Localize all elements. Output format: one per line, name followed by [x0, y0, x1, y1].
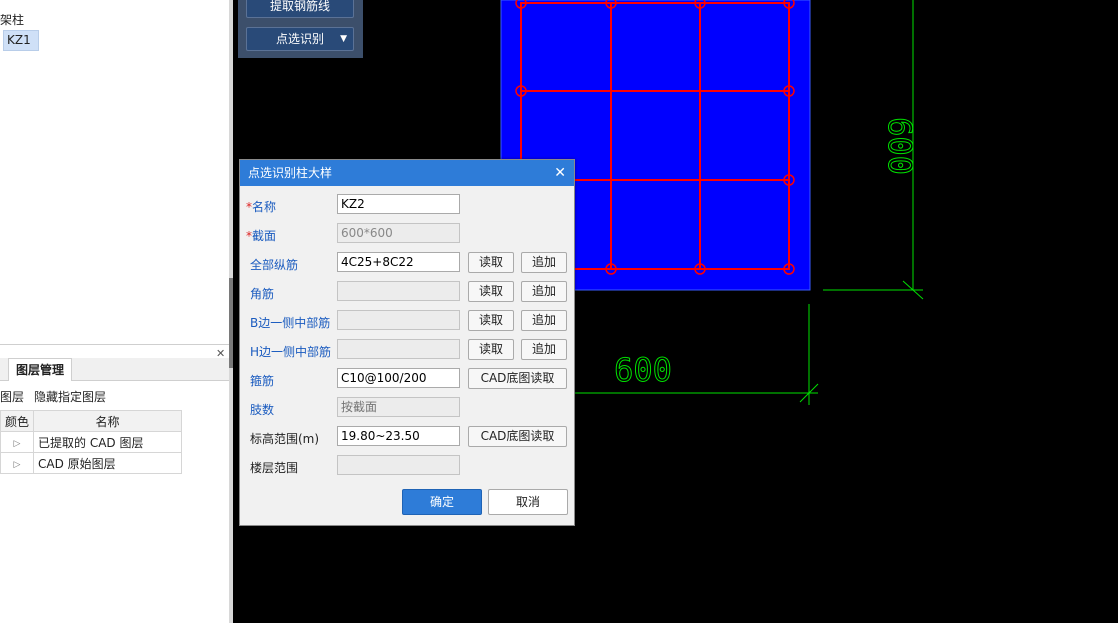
legs-label: 肢数 — [250, 403, 275, 417]
legs-input[interactable] — [337, 397, 460, 417]
layer-panel: ✕ 图层管理 图层 隐藏指定图层 颜色 名称 ▷ 已提取的 CAD 图层 ▷ C… — [0, 344, 229, 624]
all-bars-input[interactable] — [337, 252, 460, 272]
column-header-name[interactable]: 名称 — [33, 410, 182, 432]
all-bars-read-button[interactable]: 读取 — [468, 252, 514, 273]
table-row[interactable]: ▷ CAD 原始图层 — [0, 452, 182, 474]
h-side-read-button[interactable]: 读取 — [468, 339, 514, 360]
b-side-read-button[interactable]: 读取 — [468, 310, 514, 331]
all-bars-add-button[interactable]: 追加 — [521, 252, 567, 273]
tab-layer-management[interactable]: 图层管理 — [8, 358, 73, 381]
left-pane: 架柱 KZ1 ✕ 图层管理 图层 隐藏指定图层 颜色 名称 ▷ 已提取的 CAD… — [0, 0, 229, 624]
elevation-cad-read-button[interactable]: CAD底图读取 — [468, 426, 567, 447]
floor-range-label: 楼层范围 — [250, 461, 299, 475]
expand-arrow-icon[interactable]: ▷ — [14, 460, 21, 470]
table-row[interactable]: ▷ 已提取的 CAD 图层 — [0, 431, 182, 453]
dimension-text-horizontal: 600 — [614, 351, 672, 389]
extract-rebar-lines-label: 提取钢筋线 — [269, 0, 330, 13]
extract-rebar-lines-button[interactable]: 提取钢筋线 — [246, 0, 354, 18]
tree-item-selected[interactable]: KZ1 — [3, 30, 39, 51]
point-identify-button[interactable]: 点选识别 ▼ — [246, 27, 354, 51]
point-identify-label: 点选识别 — [275, 32, 324, 46]
floor-range-input — [337, 455, 460, 475]
tree-item-label: KZ1 — [7, 33, 31, 47]
stirrup-input[interactable] — [337, 368, 460, 388]
layer-name: CAD 原始图层 — [33, 452, 182, 474]
h-side-bars-label: H边一侧中部筋 — [250, 345, 332, 359]
stirrup-cad-read-button[interactable]: CAD底图读取 — [468, 368, 567, 389]
corner-bars-label: 角筋 — [250, 287, 275, 301]
corner-bars-add-button[interactable]: 追加 — [521, 281, 567, 302]
dialog-title: 点选识别柱大样 — [248, 166, 333, 180]
name-input[interactable] — [337, 194, 460, 214]
hide-layer-button[interactable]: 隐藏指定图层 — [34, 388, 106, 405]
section-input — [337, 223, 460, 243]
layer-tab-strip: 图层管理 — [0, 358, 229, 381]
layer-name: 已提取的 CAD 图层 — [33, 431, 182, 453]
b-side-bars-label: B边一侧中部筋 — [250, 316, 331, 330]
close-icon[interactable]: ✕ — [554, 160, 566, 186]
corner-bars-read-button[interactable]: 读取 — [468, 281, 514, 302]
floating-toolbar: 提取钢筋线 点选识别 ▼ — [238, 0, 363, 58]
expand-arrow-icon[interactable]: ▷ — [14, 439, 21, 449]
dialog-titlebar[interactable]: 点选识别柱大样 ✕ — [240, 160, 574, 186]
h-side-bars-input[interactable] — [337, 339, 460, 359]
ok-button[interactable]: 确定 — [402, 489, 482, 515]
cancel-button[interactable]: 取消 — [488, 489, 568, 515]
elevation-range-input[interactable] — [337, 426, 460, 446]
section-label: *截面 — [246, 229, 277, 243]
all-bars-label: 全部纵筋 — [250, 258, 299, 272]
stirrup-label: 箍筋 — [250, 374, 275, 388]
dimension-text-vertical: 600 — [881, 117, 919, 175]
show-layer-button[interactable]: 图层 — [0, 388, 24, 405]
corner-bars-input[interactable] — [337, 281, 460, 301]
elevation-range-label: 标高范围(m) — [250, 432, 320, 446]
tree-node-label[interactable]: 架柱 — [0, 11, 24, 28]
b-side-bars-input[interactable] — [337, 310, 460, 330]
name-label: *名称 — [246, 200, 277, 214]
dropdown-arrow-icon[interactable]: ▼ — [340, 28, 347, 50]
layer-table: 颜色 名称 ▷ 已提取的 CAD 图层 ▷ CAD 原始图层 — [0, 410, 182, 474]
h-side-add-button[interactable]: 追加 — [521, 339, 567, 360]
column-header-color[interactable]: 颜色 — [0, 410, 35, 432]
b-side-add-button[interactable]: 追加 — [521, 310, 567, 331]
identify-column-detail-dialog: 点选识别柱大样 ✕ *名称 *截面 全部纵筋 读取 追加 角筋 读取 追加 B边… — [239, 159, 575, 526]
